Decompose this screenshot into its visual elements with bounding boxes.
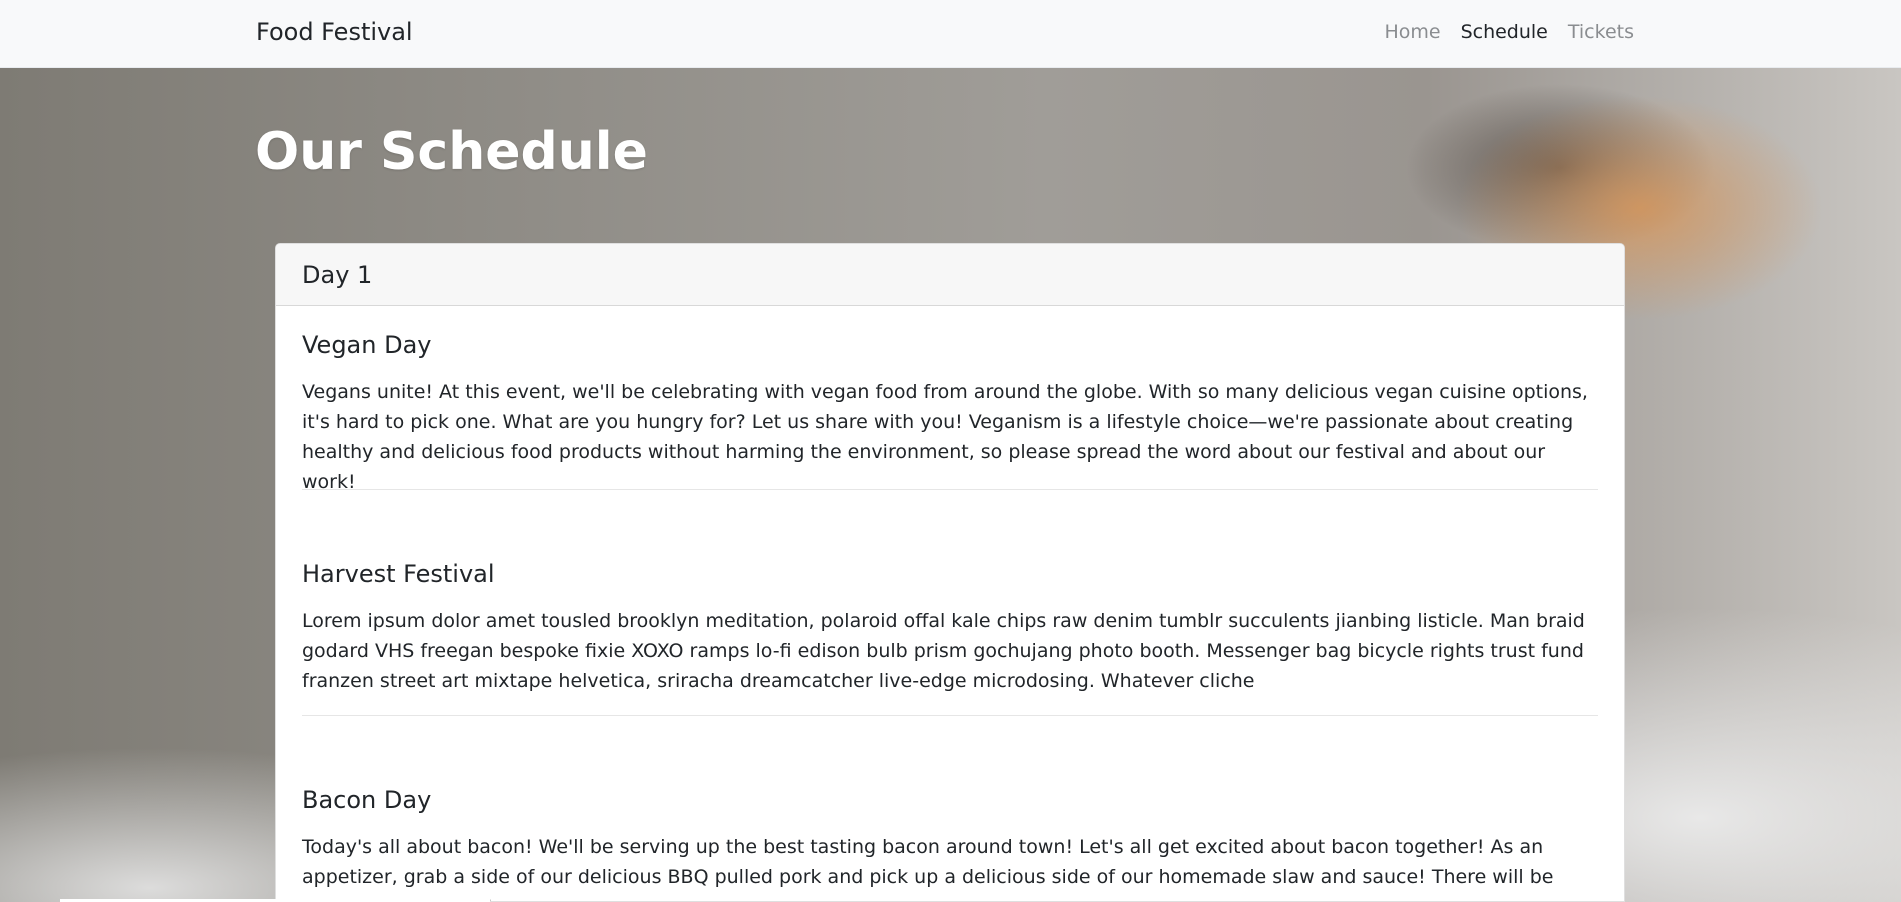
event-description: Today's all about bacon! We'll be servin… <box>302 836 1554 901</box>
event-description: Lorem ipsum dolor amet tousled brooklyn … <box>302 610 1585 692</box>
schedule-body: Vegan Day Vegans unite! At this event, w… <box>276 306 1624 901</box>
day-header: Day 1 <box>276 244 1624 306</box>
schedule-card: Day 1 Vegan Day Vegans unite! At this ev… <box>275 243 1625 902</box>
nav-link-tickets[interactable]: Tickets <box>1568 21 1634 43</box>
event-description: Vegans unite! At this event, we'll be ce… <box>302 381 1588 493</box>
event-title: Bacon Day <box>302 786 432 814</box>
event-title: Vegan Day <box>302 331 432 359</box>
nav-link-home[interactable]: Home <box>1384 21 1440 43</box>
event-title: Harvest Festival <box>302 560 495 588</box>
event-item: Harvest Festival Lorem ipsum dolor amet … <box>302 490 1598 716</box>
nav-link-schedule[interactable]: Schedule <box>1461 21 1548 43</box>
page-title: Our Schedule <box>255 122 648 182</box>
event-item: Bacon Day Today's all about bacon! We'll… <box>302 716 1598 901</box>
nav-links: Home Schedule Tickets <box>1384 21 1634 43</box>
navbar: Food Festival Home Schedule Tickets <box>0 0 1901 68</box>
event-item: Vegan Day Vegans unite! At this event, w… <box>302 306 1598 493</box>
brand-link[interactable]: Food Festival <box>256 18 413 46</box>
